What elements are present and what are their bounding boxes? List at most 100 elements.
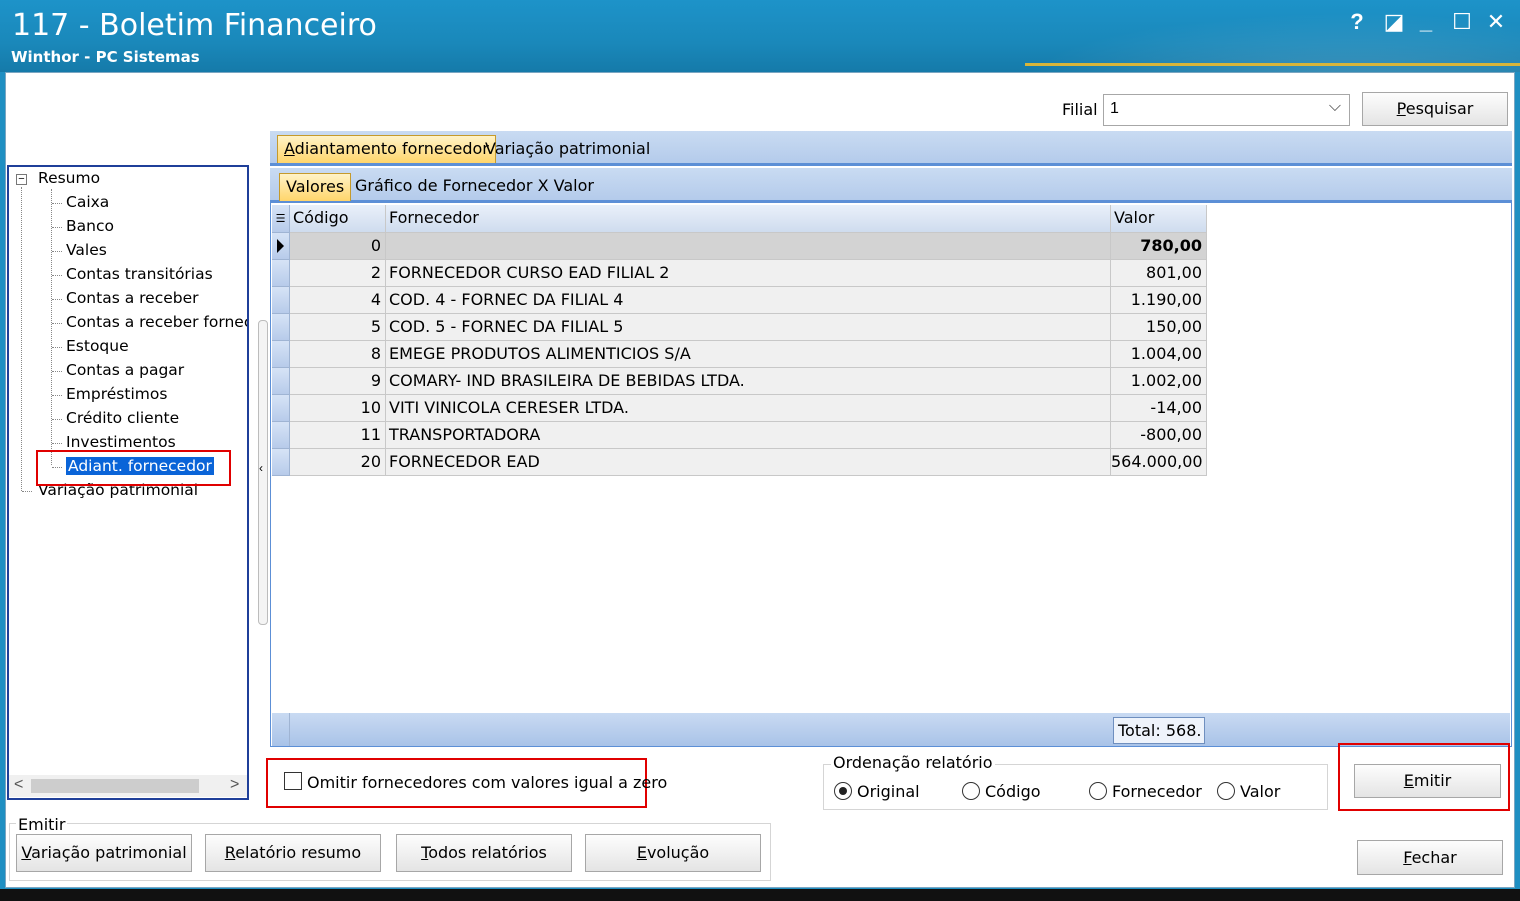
cell-fornecedor[interactable]: TRANSPORTADORA xyxy=(386,422,1111,449)
minimize-icon[interactable]: _ xyxy=(1412,8,1440,36)
omit-zero-checkbox[interactable] xyxy=(284,772,302,790)
highlight-tree-selection xyxy=(36,450,231,486)
cell-codigo[interactable]: 9 xyxy=(290,368,386,395)
cell-valor[interactable]: 780,00 xyxy=(1111,233,1207,260)
emit-button[interactable]: Emitir xyxy=(1354,764,1501,798)
button-mnemonic: E xyxy=(636,843,647,862)
button-label: odos relatórios xyxy=(428,843,547,862)
cell-fornecedor[interactable] xyxy=(386,233,1111,260)
button-mnemonic: R xyxy=(224,843,236,862)
search-button-mnemonic: P xyxy=(1396,99,1406,118)
ordering-radio-1[interactable] xyxy=(962,782,980,800)
header-fornecedor[interactable]: Fornecedor xyxy=(386,205,1111,233)
row-indicator[interactable] xyxy=(272,422,290,449)
emit-report-button-2[interactable]: Todos relatórios xyxy=(396,834,572,872)
footer-total: Total: 568. xyxy=(1113,717,1205,744)
tree-horizontal-scrollbar[interactable]: < > xyxy=(9,775,247,797)
cell-fornecedor[interactable]: COD. 5 - FORNEC DA FILIAL 5 xyxy=(386,314,1111,341)
tree-item[interactable]: Vales xyxy=(66,241,107,259)
cell-codigo[interactable]: 4 xyxy=(290,287,386,314)
cell-codigo[interactable]: 20 xyxy=(290,449,386,476)
cell-valor[interactable]: -14,00 xyxy=(1111,395,1207,422)
cell-fornecedor[interactable]: EMEGE PRODUTOS ALIMENTICIOS S/A xyxy=(386,341,1111,368)
tree-item[interactable]: Banco xyxy=(66,217,114,235)
row-indicator[interactable] xyxy=(272,287,290,314)
search-button[interactable]: Pesquisar xyxy=(1362,92,1508,126)
ordering-radio-3[interactable] xyxy=(1217,782,1235,800)
cell-valor[interactable]: 150,00 xyxy=(1111,314,1207,341)
row-indicator-current[interactable] xyxy=(272,233,290,260)
column-chooser-icon[interactable]: ☰ xyxy=(272,205,290,233)
cell-valor[interactable]: 1.002,00 xyxy=(1111,368,1207,395)
row-indicator[interactable] xyxy=(272,260,290,287)
ordering-radio-2[interactable] xyxy=(1089,782,1107,800)
tree-item[interactable]: Contas a receber xyxy=(66,289,199,307)
tab-grafico-fornecedor-valor[interactable]: Gráfico de Fornecedor X Valor xyxy=(349,173,600,201)
cell-fornecedor[interactable]: VITI VINICOLA CERESER LTDA. xyxy=(386,395,1111,422)
collapse-left-icon[interactable]: ‹ xyxy=(259,461,263,475)
cell-fornecedor[interactable]: COD. 4 - FORNEC DA FILIAL 4 xyxy=(386,287,1111,314)
tree-item[interactable]: Caixa xyxy=(66,193,109,211)
cell-fornecedor[interactable]: FORNECEDOR CURSO EAD FILIAL 2 xyxy=(386,260,1111,287)
scroll-left-icon[interactable]: < xyxy=(14,776,23,794)
panel-splitter[interactable]: ‹ xyxy=(258,320,268,625)
tree-branch xyxy=(52,419,62,420)
scroll-thumb[interactable] xyxy=(31,779,199,793)
tree-item[interactable]: Contas a receber fornec. xyxy=(66,313,247,331)
title-bar[interactable]: 117 - Boletim Financeiro Winthor - PC Si… xyxy=(0,0,1520,72)
tree-branch xyxy=(52,251,62,252)
filial-label: Filial xyxy=(1062,100,1098,119)
header-valor[interactable]: Valor xyxy=(1111,205,1207,233)
cell-valor[interactable]: 1.004,00 xyxy=(1111,341,1207,368)
cell-valor[interactable]: 564.000,00 xyxy=(1111,449,1207,476)
emit-report-button-1[interactable]: Relatório resumo xyxy=(205,834,381,872)
tree-item[interactable]: Contas transitórias xyxy=(66,265,213,283)
scroll-right-icon[interactable]: > xyxy=(230,776,239,794)
tab-valores[interactable]: Valores xyxy=(279,173,352,201)
row-indicator[interactable] xyxy=(272,341,290,368)
restore-icon[interactable]: ◪ xyxy=(1380,8,1408,36)
main-tabstrip: Adiantamento fornecedor Variação patrimo… xyxy=(270,131,1512,166)
tab-adiantamento-fornecedor[interactable]: Adiantamento fornecedor xyxy=(277,135,496,163)
tree-branch xyxy=(52,227,62,228)
collapse-icon[interactable]: − xyxy=(16,174,27,185)
close-icon[interactable]: ✕ xyxy=(1482,8,1510,36)
emit-report-button-0[interactable]: Variação patrimonial xyxy=(16,834,192,872)
ordering-radio-0[interactable] xyxy=(834,782,852,800)
cell-fornecedor[interactable]: FORNECEDOR EAD xyxy=(386,449,1111,476)
header-codigo[interactable]: Código xyxy=(290,205,386,233)
tree-guide-line-root xyxy=(21,187,22,491)
tree-branch xyxy=(52,443,62,444)
help-icon[interactable]: ? xyxy=(1343,8,1371,36)
emit-button-label: mitir xyxy=(1413,771,1452,790)
cell-valor[interactable]: -800,00 xyxy=(1111,422,1207,449)
row-indicator[interactable] xyxy=(272,314,290,341)
emit-report-button-3[interactable]: Evolução xyxy=(585,834,761,872)
cell-codigo[interactable]: 5 xyxy=(290,314,386,341)
tree-item[interactable]: Crédito cliente xyxy=(66,409,179,427)
cell-valor[interactable]: 801,00 xyxy=(1111,260,1207,287)
ordering-label: Código xyxy=(985,782,1041,801)
close-button[interactable]: Fechar xyxy=(1357,840,1503,875)
maximize-icon[interactable]: ☐ xyxy=(1448,8,1476,36)
tab-variacao-patrimonial[interactable]: Variação patrimonial xyxy=(479,136,656,164)
cell-codigo[interactable]: 2 xyxy=(290,260,386,287)
row-indicator[interactable] xyxy=(272,449,290,476)
tree-item[interactable]: Estoque xyxy=(66,337,129,355)
ordering-label: Valor xyxy=(1240,782,1281,801)
tree-root-resumo[interactable]: Resumo xyxy=(38,169,100,187)
cell-fornecedor[interactable]: COMARY- IND BRASILEIRA DE BEBIDAS LTDA. xyxy=(386,368,1111,395)
cell-codigo[interactable]: 0 xyxy=(290,233,386,260)
row-indicator[interactable] xyxy=(272,368,290,395)
button-label: elatório resumo xyxy=(235,843,362,862)
cell-codigo[interactable]: 11 xyxy=(290,422,386,449)
filial-select[interactable]: 1 ⌵ xyxy=(1103,94,1350,126)
tree-item[interactable]: Empréstimos xyxy=(66,385,167,403)
tree-branch xyxy=(52,323,62,324)
tree-item[interactable]: Investimentos xyxy=(66,433,176,451)
cell-valor[interactable]: 1.190,00 xyxy=(1111,287,1207,314)
row-indicator[interactable] xyxy=(272,395,290,422)
cell-codigo[interactable]: 8 xyxy=(290,341,386,368)
tree-item[interactable]: Contas a pagar xyxy=(66,361,184,379)
cell-codigo[interactable]: 10 xyxy=(290,395,386,422)
